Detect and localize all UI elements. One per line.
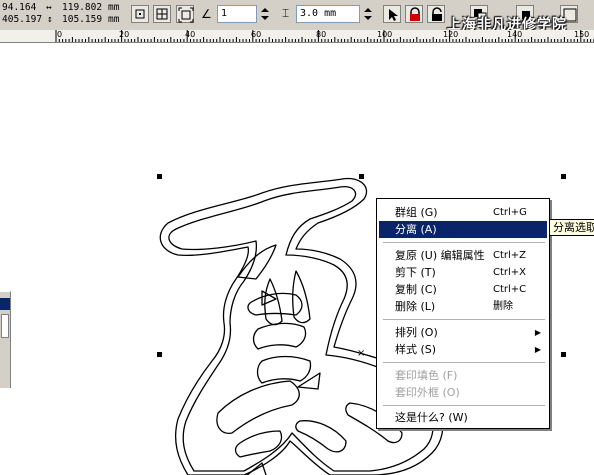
property-bar: 94.164 405.197 ↔ ↕ 119.802 105.159 mm mm… — [0, 0, 594, 33]
outline-spinner-icon[interactable] — [259, 5, 271, 23]
ruler-label-40: 40 — [185, 30, 196, 39]
menu-separator — [383, 319, 545, 320]
angle-icon: ∠ — [201, 7, 212, 21]
menu-item-delete[interactable]: 删除 (L) 删除 — [379, 298, 547, 315]
menu-item-overprint-fill: 套印填色 (F) — [395, 369, 458, 382]
menu-item-cut[interactable]: 剪下 (T) Ctrl+X — [379, 264, 547, 281]
ruler-label-80: 80 — [316, 30, 327, 39]
selection-handle-middle-right[interactable] — [561, 352, 566, 357]
outline-field[interactable]: 1 — [217, 5, 257, 23]
ruler-label-100: 100 — [377, 30, 393, 39]
ruler-label-140: 140 — [507, 30, 523, 39]
fit-frame-icon[interactable] — [153, 5, 171, 23]
docked-window-edge[interactable] — [0, 291, 11, 388]
nib-spinner-icon[interactable] — [362, 5, 374, 23]
lock-icon[interactable] — [405, 5, 423, 23]
menu-item-overprint-outline: 套印外框 (O) — [395, 386, 460, 399]
width-arrow-icon: ↔ — [46, 2, 52, 13]
ruler-ticks — [55, 30, 594, 42]
submenu-arrow-icon: ▶ — [534, 345, 541, 354]
menu-item-break-apart[interactable]: 分离 (A) — [379, 221, 547, 238]
horizontal-ruler: 0 20 40 60 80 100 120 140 150 — [0, 30, 594, 43]
ruler-label-60: 60 — [251, 30, 262, 39]
menu-item-copy[interactable]: 复制 (C) Ctrl+C — [379, 281, 547, 298]
nib-icon: ⌶ — [282, 6, 290, 20]
pointer-tool-icon[interactable] — [383, 5, 401, 23]
x-position-value[interactable]: 94.164 — [2, 2, 36, 14]
selection-handle-top-middle[interactable] — [359, 174, 364, 179]
menu-item-group[interactable]: 群组 (G) Ctrl+G — [379, 204, 547, 221]
menu-item-whats-this[interactable]: 这是什么? (W) — [379, 409, 547, 426]
width-value[interactable]: 119.802 — [62, 2, 102, 14]
docked-window-field — [1, 314, 9, 338]
nib-size-field[interactable]: 3.0 mm — [296, 5, 360, 23]
menu-item-arrange[interactable]: 排列 (O) ▶ — [379, 324, 547, 341]
ruler-label-120: 120 — [443, 30, 459, 39]
menu-separator — [383, 242, 545, 243]
menu-item-undo[interactable]: 复原 (U) 编辑属性 Ctrl+Z — [379, 247, 547, 264]
fit-page-icon[interactable] — [176, 5, 194, 23]
menu-item-styles[interactable]: 样式 (S) ▶ — [379, 341, 547, 358]
y-position-value[interactable]: 405.197 — [2, 14, 42, 26]
height-arrow-icon: ↕ — [47, 14, 53, 25]
height-value[interactable]: 105.159 — [62, 14, 102, 26]
selection-handle-middle-left[interactable] — [157, 352, 162, 357]
unlock-icon[interactable] — [427, 5, 445, 23]
submenu-arrow-icon: ▶ — [534, 328, 541, 337]
height-unit: mm — [108, 14, 120, 25]
tooltip: 分离选取 — [549, 219, 594, 236]
ruler-label-20: 20 — [119, 30, 130, 39]
selection-handle-top-left[interactable] — [157, 174, 162, 179]
context-menu: 群组 (G) Ctrl+G 分离 (A) 复原 (U) 编辑属性 Ctrl+Z … — [376, 198, 550, 429]
ruler-label-0: 0 — [57, 30, 63, 39]
select-frame-icon[interactable] — [131, 5, 149, 23]
center-marker-icon: × — [357, 348, 366, 359]
ruler-label-150: 150 — [574, 30, 590, 39]
selection-handle-top-right[interactable] — [561, 174, 566, 179]
width-unit: mm — [108, 2, 120, 13]
docked-window-titlebar — [0, 298, 10, 310]
menu-separator — [383, 405, 545, 406]
menu-separator — [383, 362, 545, 363]
